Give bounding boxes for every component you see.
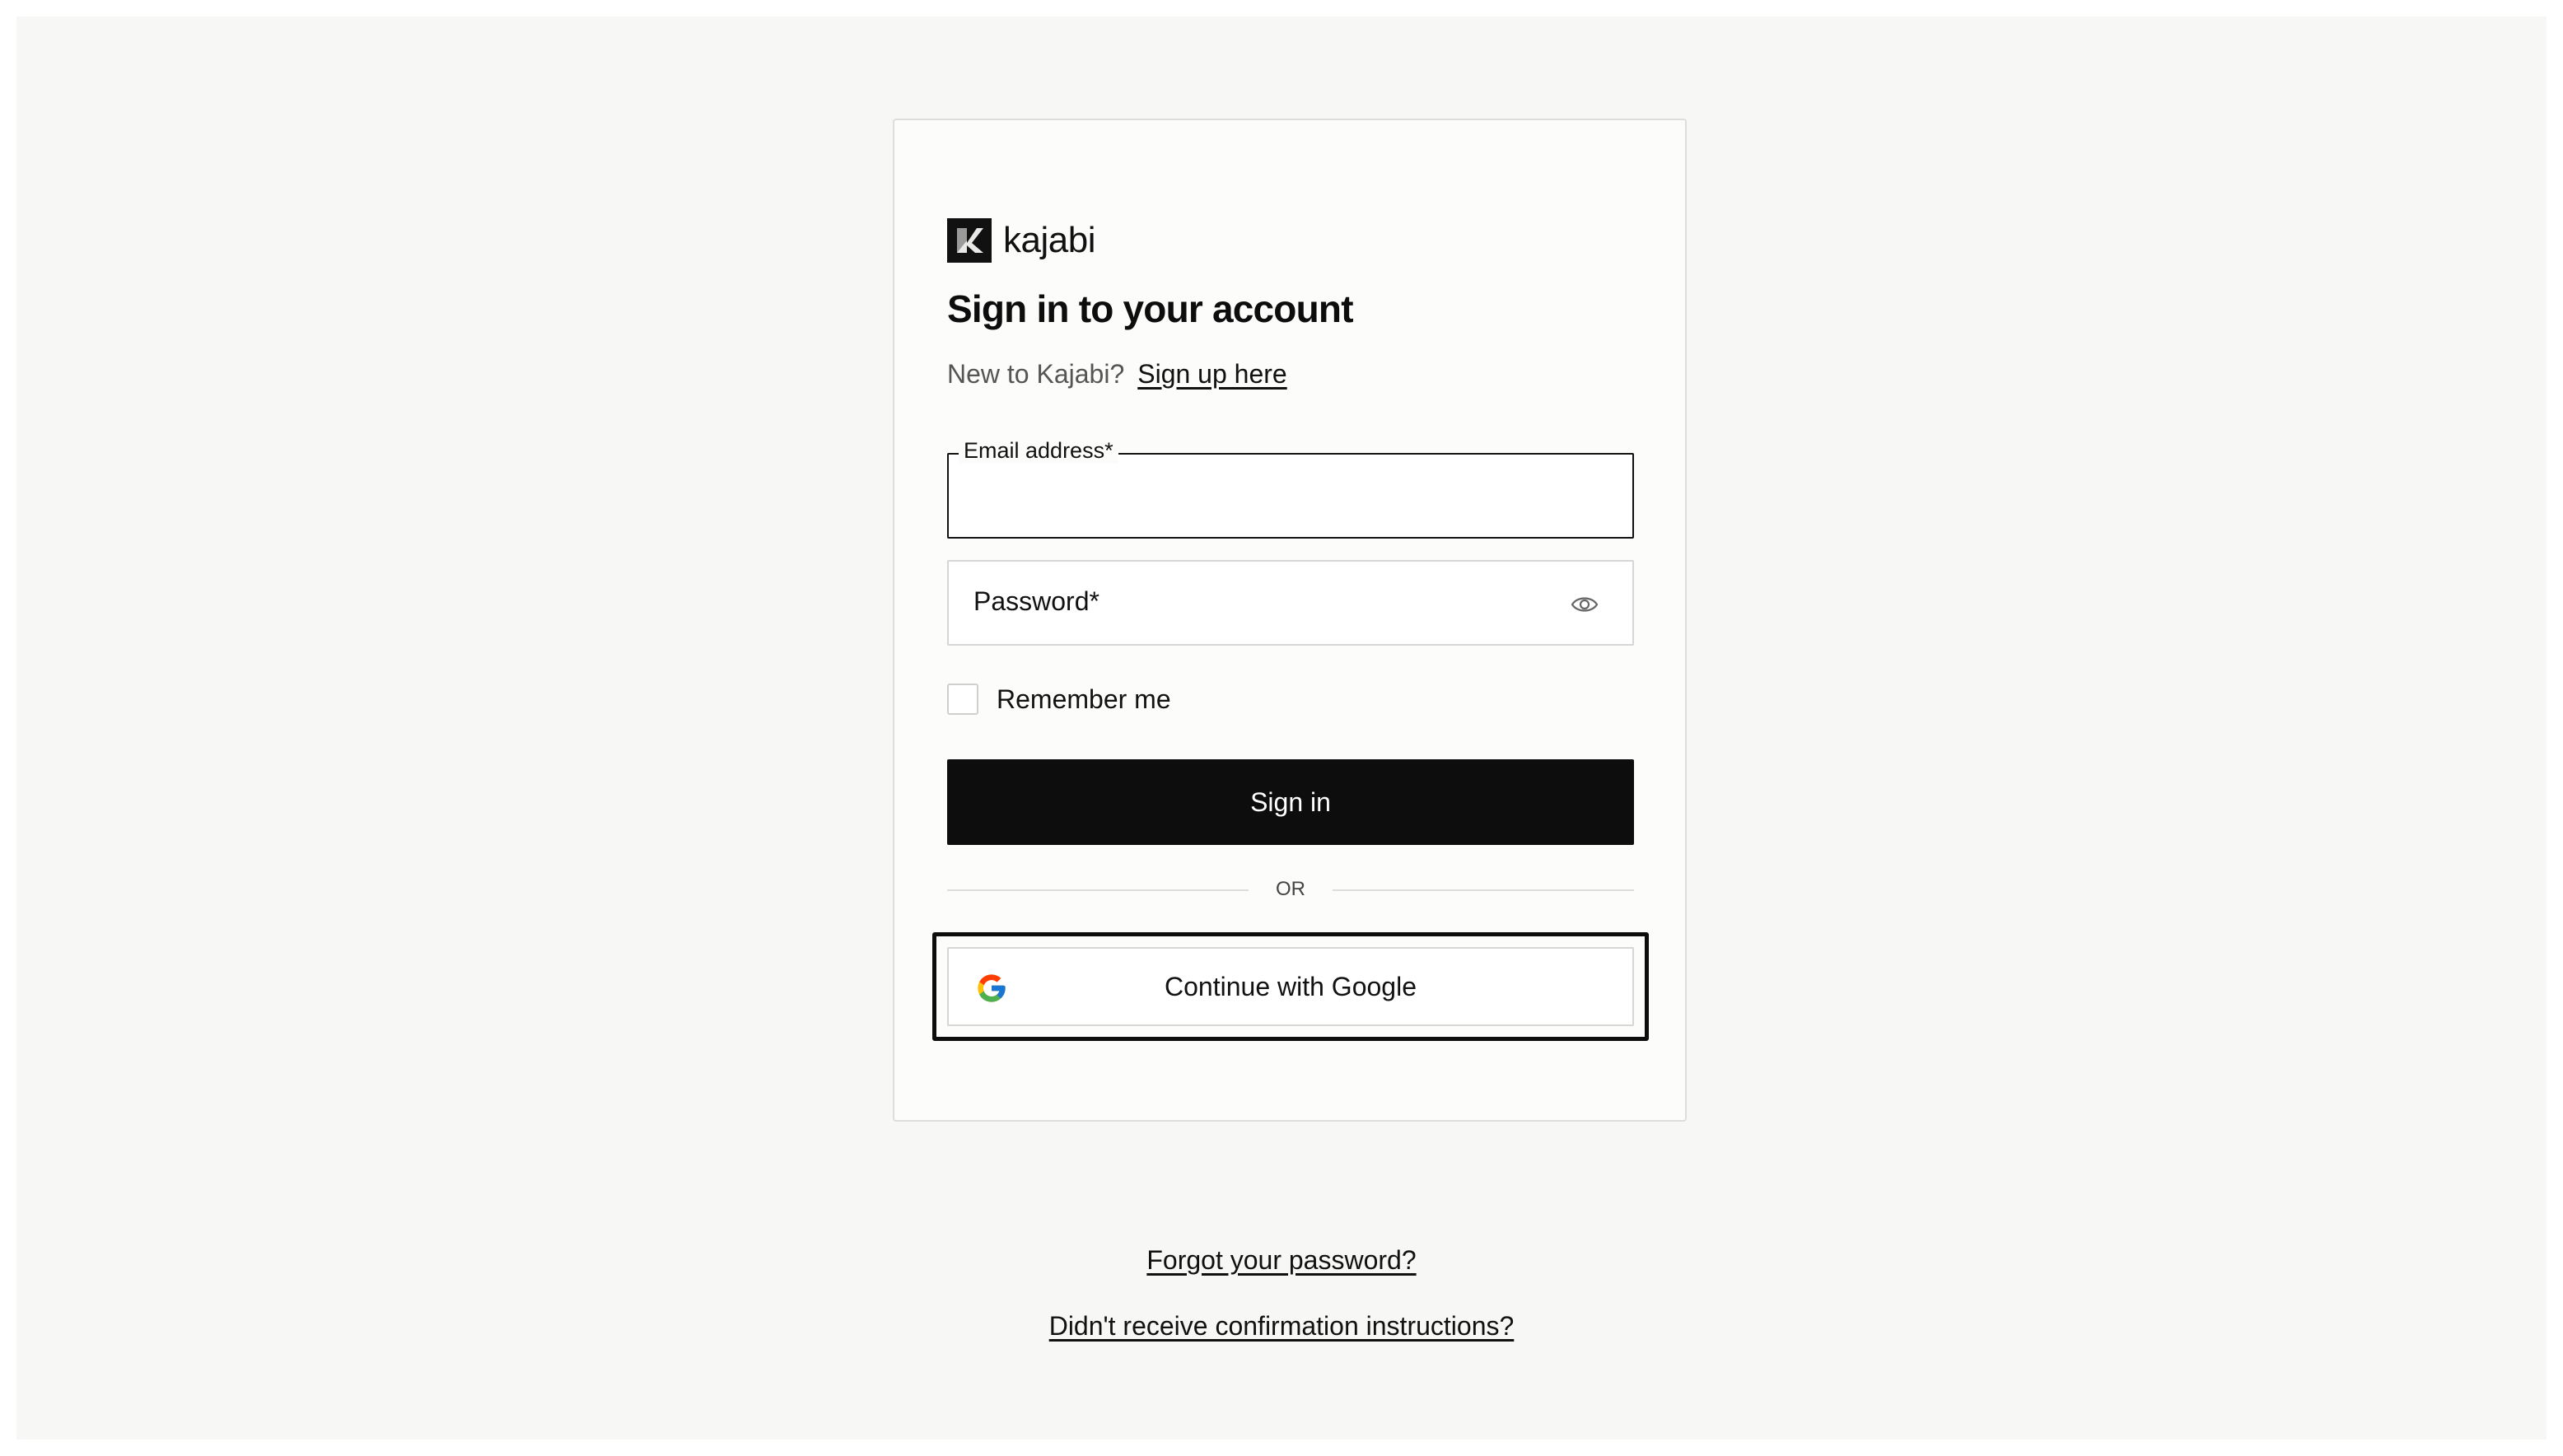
forgot-password-link[interactable]: Forgot your password? <box>1146 1245 1416 1275</box>
email-input[interactable] <box>949 455 1632 537</box>
continue-with-google-button[interactable]: Continue with Google <box>947 947 1634 1026</box>
email-field[interactable]: Email address* <box>947 438 1634 539</box>
eye-icon[interactable] <box>1570 590 1599 619</box>
confirmation-instructions-link[interactable]: Didn't receive confirmation instructions… <box>1049 1311 1515 1341</box>
page-title: Sign in to your account <box>947 287 1354 330</box>
remember-me-row: Remember me <box>947 684 1171 715</box>
signup-prompt: New to Kajabi? <box>947 359 1125 389</box>
google-icon <box>978 974 1006 1002</box>
sign-in-card: kajabi Sign in to your account New to Ka… <box>893 119 1687 1122</box>
google-button-label: Continue with Google <box>1165 971 1417 1001</box>
password-field[interactable]: Password* <box>947 560 1634 646</box>
or-divider: OR <box>947 875 1634 904</box>
signup-prompt-row: New to Kajabi? Sign up here <box>947 359 1287 390</box>
remember-me-checkbox[interactable] <box>947 684 978 715</box>
forgot-password-row: Forgot your password? <box>0 1245 2563 1276</box>
sign-up-link[interactable]: Sign up here <box>1137 359 1286 390</box>
password-label: Password* <box>973 586 1099 616</box>
kajabi-logo-icon <box>947 218 992 263</box>
sign-in-button[interactable]: Sign in <box>947 759 1634 845</box>
brand-logo: kajabi <box>947 217 1095 264</box>
brand-name: kajabi <box>1003 220 1095 260</box>
remember-me-label[interactable]: Remember me <box>997 684 1171 715</box>
confirmation-row: Didn't receive confirmation instructions… <box>0 1311 2563 1342</box>
divider-line-right <box>1333 889 1634 891</box>
